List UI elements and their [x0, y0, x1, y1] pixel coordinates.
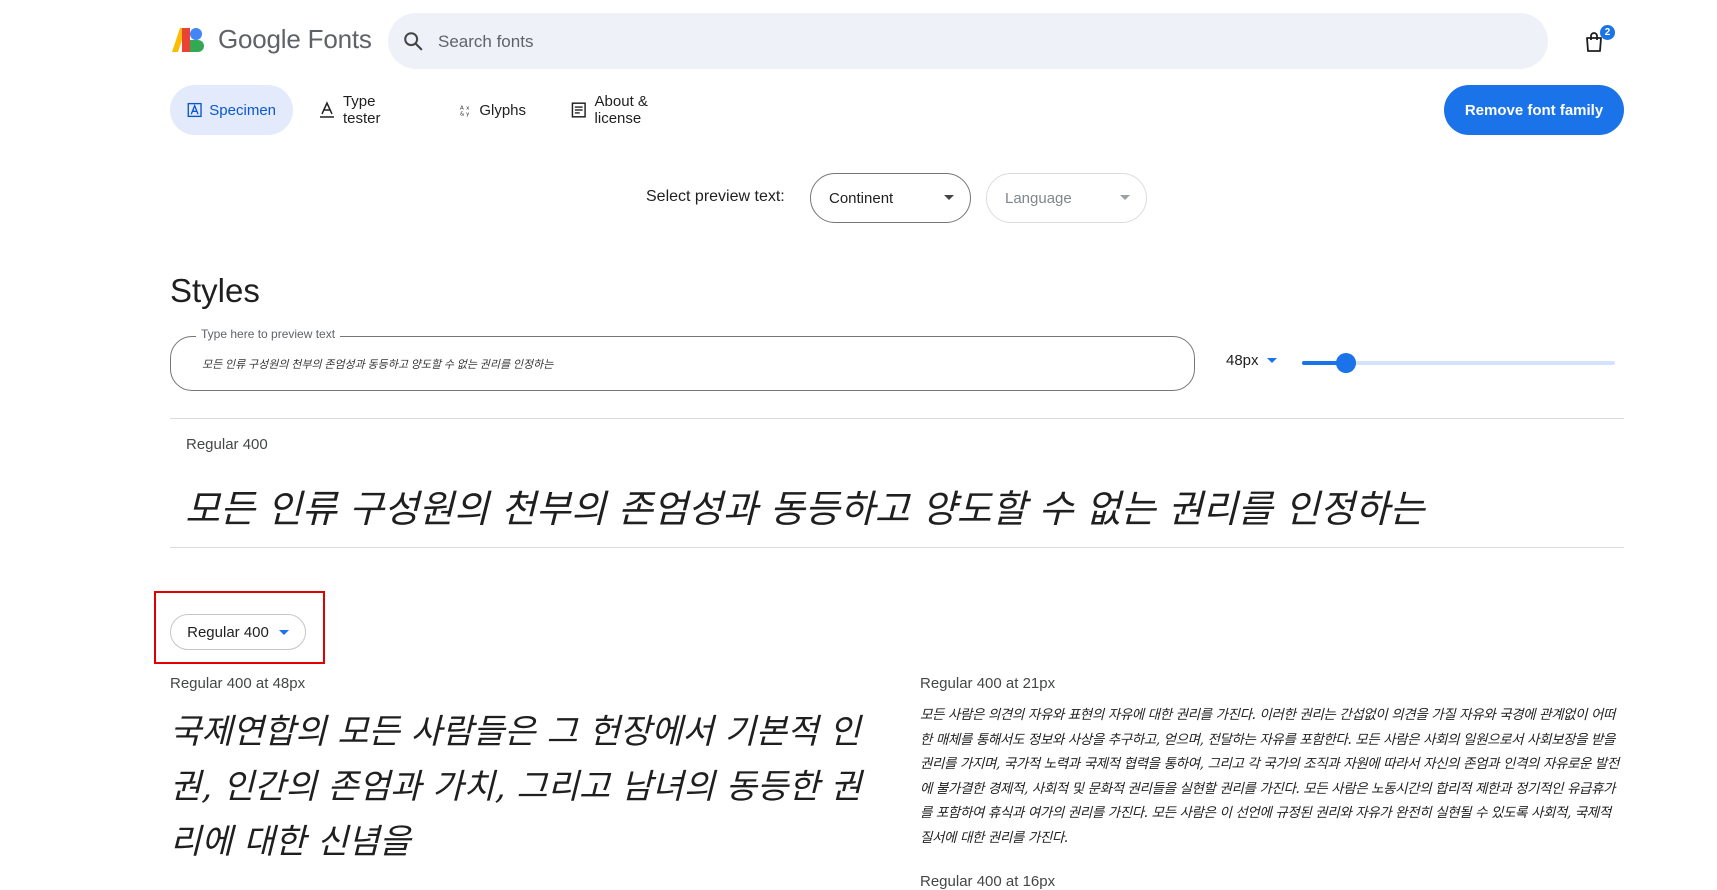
weight-select-value: Regular 400 [187, 623, 269, 641]
style-sample-text: 모든 인류 구성원의 천부의 존엄성과 동등하고 양도할 수 없는 권리를 인정… [185, 487, 1425, 531]
font-size-slider-thumb[interactable] [1336, 353, 1356, 373]
brand-name[interactable]: Google Fonts [218, 24, 372, 55]
chevron-down-icon [944, 195, 954, 200]
chevron-down-icon [1120, 195, 1130, 200]
medium-sample-label: Regular 400 at 21px [920, 675, 1056, 692]
svg-text:x: x [466, 105, 470, 111]
language-placeholder: Language [1005, 189, 1072, 207]
document-icon [571, 102, 586, 118]
preview-text-legend: Type here to preview text [196, 327, 341, 341]
large-sample-text: 국제연합의 모든 사람들은 그 헌장에서 기본적 인권, 인간의 존엄과 가치,… [170, 712, 862, 862]
tab-about-license[interactable]: About & license [553, 85, 713, 135]
tab-glyphs[interactable]: A x & y Glyphs [443, 85, 543, 135]
tab-label: About & license [594, 93, 648, 127]
tab-type-tester[interactable]: Type tester [301, 85, 434, 135]
medium-sample-text: 모든 사람은 의견의 자유와 표현의 자유에 대한 권리를 가진다. 이러한 권… [920, 707, 1619, 846]
small-sample-label: Regular 400 at 16px [920, 873, 1056, 890]
chevron-down-icon [1266, 358, 1277, 363]
remove-font-family-button[interactable]: Remove font family [1444, 85, 1624, 135]
svg-text:&: & [460, 111, 465, 117]
style-name-label: Regular 400 [186, 436, 268, 453]
search-icon [404, 32, 423, 51]
large-sample-label: Regular 400 at 48px [170, 675, 306, 692]
google-fonts-logo-icon[interactable] [170, 26, 206, 54]
tab-label: Type tester [342, 93, 381, 127]
font-size-select[interactable]: 48px [1226, 352, 1277, 369]
tab-label: Specimen [209, 101, 276, 119]
continent-value: Continent [829, 189, 894, 207]
specimen-icon [187, 102, 202, 118]
font-size-value: 48px [1226, 352, 1259, 369]
weight-select-button[interactable]: Regular 400 [170, 614, 306, 650]
search-input[interactable] [436, 22, 1520, 62]
language-select[interactable]: Language [986, 173, 1147, 223]
preview-text-input[interactable] [200, 352, 1164, 376]
chevron-down-icon [278, 629, 289, 635]
svg-text:y: y [466, 111, 470, 117]
type-tester-icon [319, 101, 334, 118]
continent-select[interactable]: Continent [810, 173, 971, 223]
cart-count-badge: 2 [1600, 25, 1615, 40]
divider [170, 547, 1624, 548]
glyphs-icon: A x & y [460, 105, 470, 117]
divider [170, 418, 1624, 419]
styles-heading: Styles [170, 272, 260, 309]
svg-text:A: A [460, 105, 464, 111]
preview-text-label: Select preview text: [646, 188, 785, 205]
tab-label: Glyphs [479, 101, 526, 119]
tab-specimen[interactable]: Specimen [170, 85, 293, 135]
